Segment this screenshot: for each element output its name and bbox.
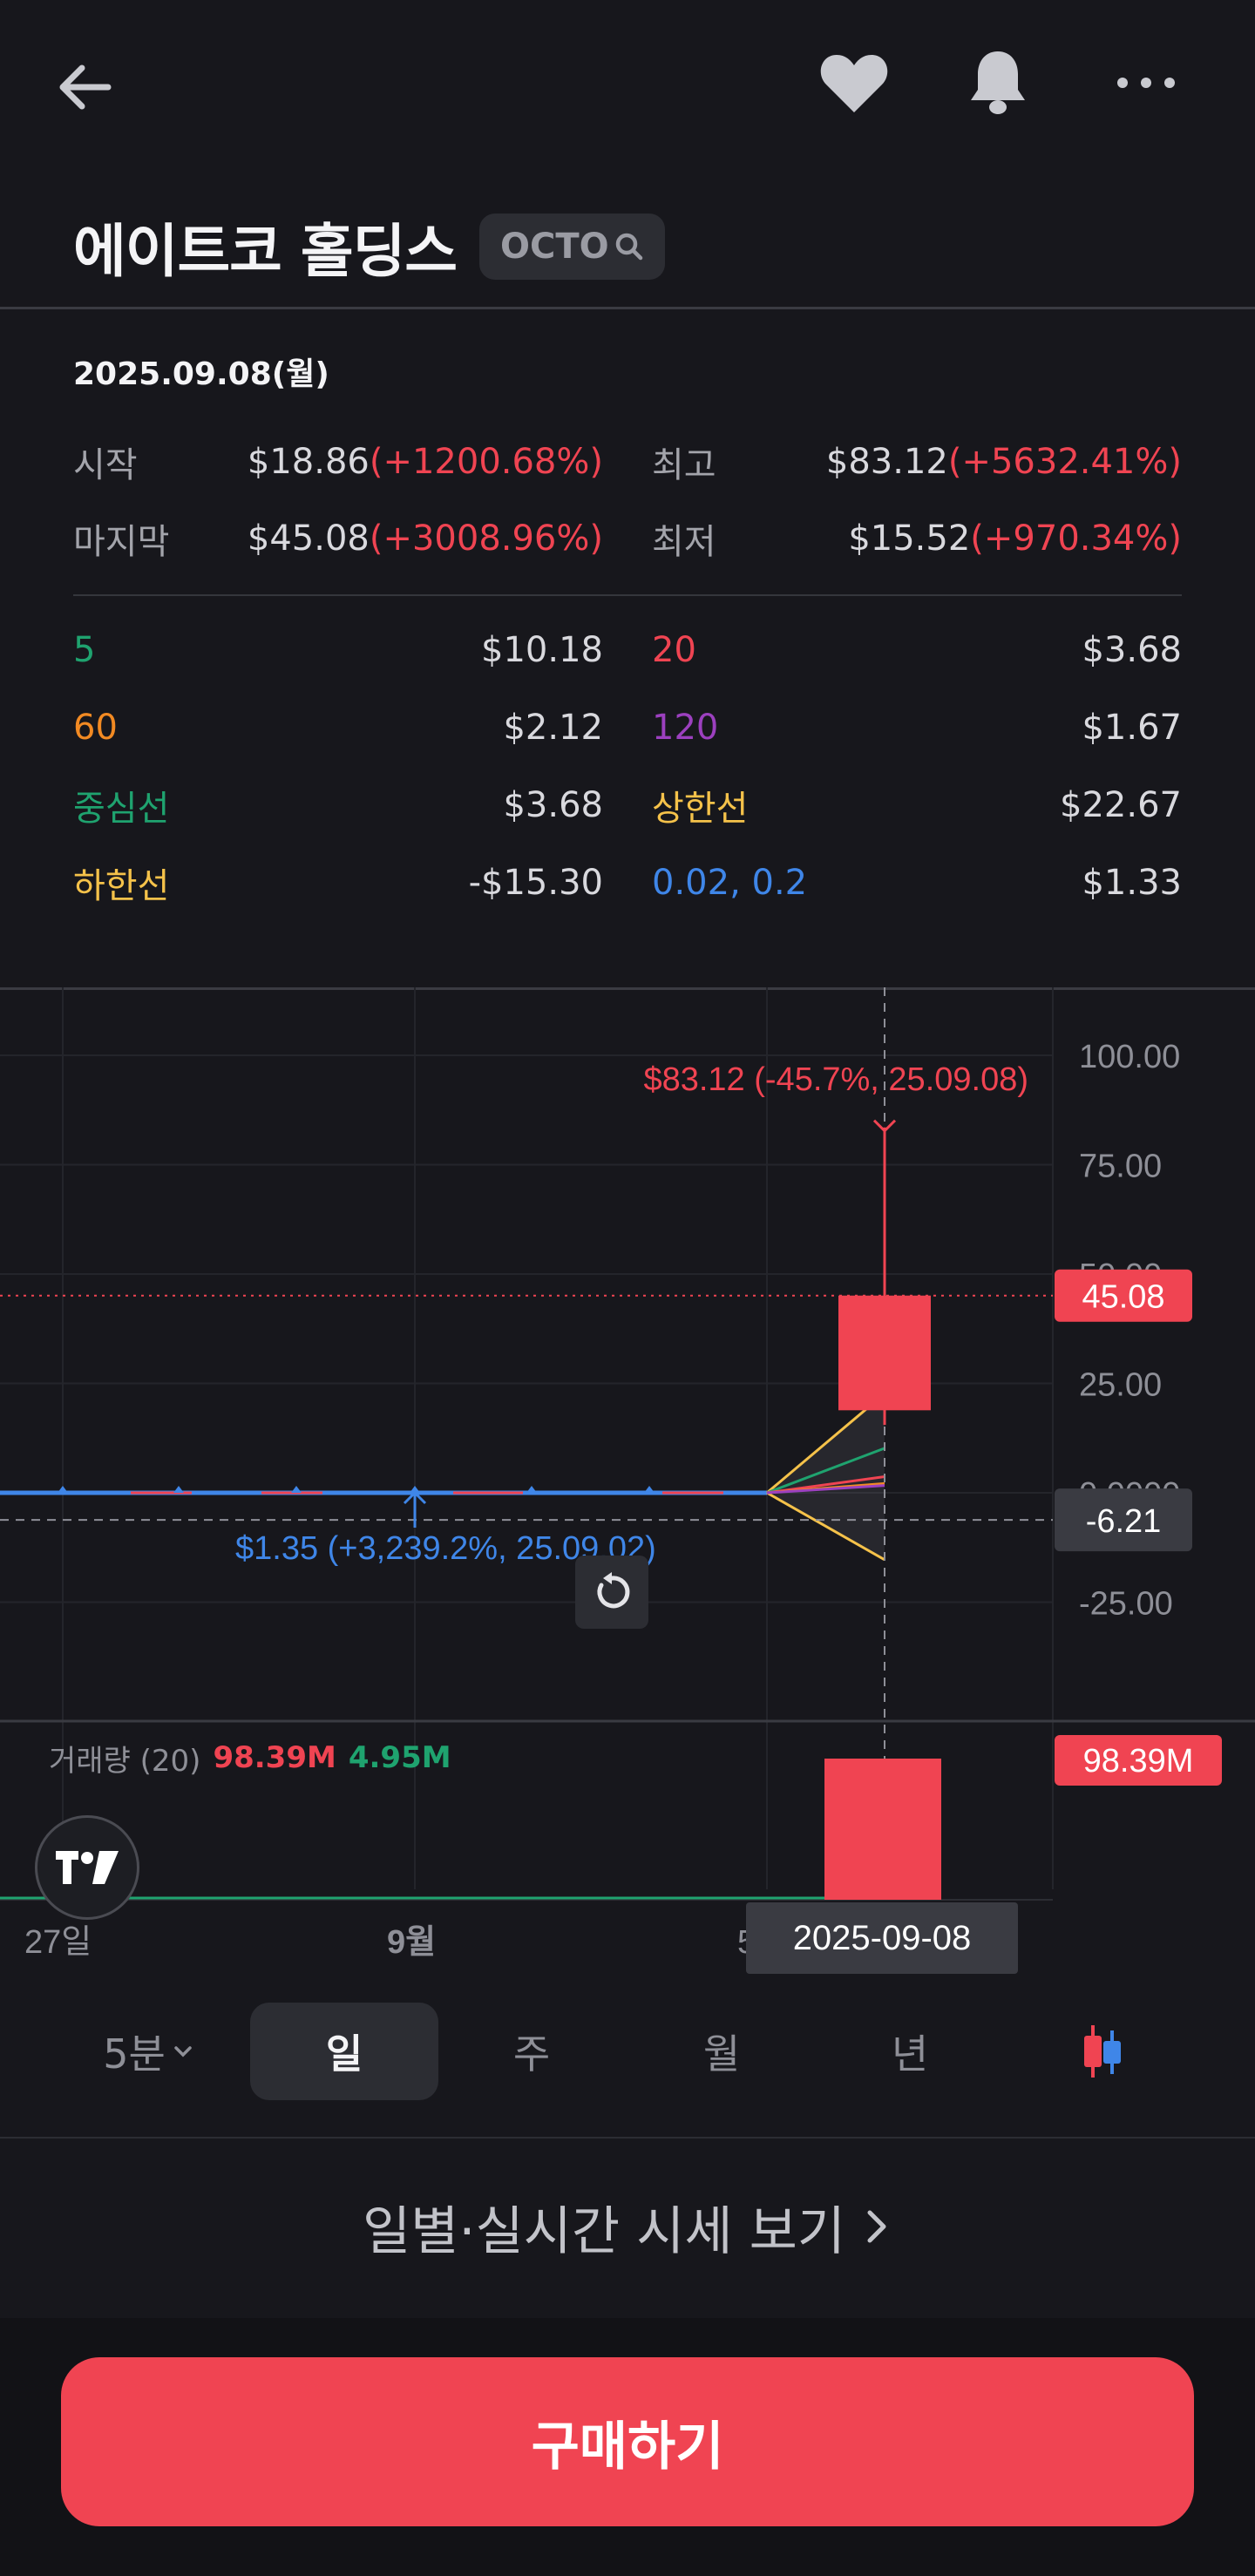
tab-day[interactable]: 일 (250, 2003, 438, 2100)
time-axis-tick: 9월 (387, 1924, 436, 1961)
reset-chart-button[interactable] (575, 1556, 648, 1629)
tab-week[interactable]: 주 (453, 2003, 610, 2100)
open-change: (+1200.68%) (369, 442, 603, 482)
sar-dot (291, 1486, 302, 1493)
indicator-value: $3.68 (503, 785, 603, 825)
high-arrow (872, 1119, 897, 1149)
chevron-down-icon (174, 2046, 192, 2057)
current-price-label: 45.08 (1082, 1279, 1164, 1316)
tabs-divider (0, 2137, 1255, 2139)
indicator-value: $3.68 (1082, 630, 1182, 670)
indicator-lower-value: -$15.30 (73, 857, 603, 909)
price-axis-tick: 100.00 (1079, 1039, 1180, 1075)
sar-dot (58, 1486, 68, 1493)
close-value-group: $45.08 (+3008.96%) (73, 512, 603, 565)
volume-bar (824, 1759, 941, 1900)
volume-legend: 거래량 (20) 98.39M 4.95M (49, 1737, 451, 1779)
volume-legend-value: 98.39M (213, 1740, 336, 1775)
indicator-value: $1.33 (1082, 863, 1182, 903)
volume-legend-ma: 4.95M (348, 1740, 451, 1775)
indicator-sar-value: $1.33 (652, 857, 1182, 909)
price-info-panel: 2025.09.08(월) 시작 $18.86 (+1200.68%) 최고 $8… (73, 349, 1182, 906)
open-value-group: $18.86 (+1200.68%) (73, 436, 603, 488)
ticker-chip[interactable]: OCTO (479, 214, 665, 280)
high-change: (+5632.41%) (947, 442, 1182, 482)
volume-axis-label: 98.39M (1083, 1743, 1194, 1779)
chart-canvas[interactable]: $83.12 (-45.7%, 25.09.08)$1.35 (+3,239.2… (0, 987, 1255, 1990)
buy-button[interactable]: 구매하기 (61, 2357, 1194, 2526)
low-value-group: $15.52 (+970.34%) (652, 512, 1182, 565)
alert-button[interactable] (954, 39, 1041, 126)
low-arrow (403, 1490, 427, 1528)
ticker-symbol: OCTO (500, 227, 609, 267)
crosshair-date-label: 2025-09-08 (793, 1919, 972, 1957)
refresh-icon (597, 1572, 630, 1609)
heart-icon (820, 55, 888, 112)
tradingview-logo-icon (56, 1851, 119, 1884)
tradingview-logo[interactable] (35, 1815, 139, 1920)
favorite-button[interactable] (811, 39, 898, 126)
chevron-right-icon (867, 2210, 886, 2243)
high-value-group: $83.12 (+5632.41%) (652, 436, 1182, 488)
indicator-value: $10.18 (481, 630, 603, 670)
sar-dot (173, 1486, 184, 1493)
volume-legend-label: 거래량 (20) (49, 1743, 201, 1779)
price-axis-tick: 25.00 (1079, 1367, 1162, 1404)
candle-body (838, 1295, 931, 1411)
back-button[interactable] (42, 44, 129, 131)
indicator-ma20-value: $3.68 (652, 624, 1182, 676)
indicator-midline-value: $3.68 (73, 779, 603, 831)
close-value: $45.08 (247, 519, 370, 559)
arrow-left-icon (59, 64, 112, 110)
time-axis-tick: 27일 (24, 1924, 92, 1961)
indicator-value: $22.67 (1060, 785, 1182, 825)
indicator-ma60-value: $2.12 (73, 702, 603, 754)
low-value: $15.52 (848, 519, 971, 559)
more-dots-icon (1117, 78, 1175, 88)
stock-name: 에이트코 홀딩스 (73, 218, 458, 285)
selected-date: 2025.09.08(월) (73, 356, 329, 392)
indicator-value: $1.67 (1082, 708, 1182, 748)
search-icon (615, 233, 642, 261)
tab-interval-label: 5분 (103, 2030, 166, 2078)
price-axis-tick: -25.00 (1079, 1586, 1173, 1623)
high-annotation: $83.12 (-45.7%, 25.09.08) (643, 1061, 1028, 1098)
close-change: (+3008.96%) (369, 519, 603, 559)
price-chart[interactable]: $83.12 (-45.7%, 25.09.08) $1.35 (+3,239.2… (0, 987, 1255, 1990)
indicator-value: $2.12 (503, 708, 603, 748)
indicator-ma5-value: $10.18 (73, 624, 603, 676)
price-axis-tick: 75.00 (1079, 1149, 1162, 1185)
candle-style-icon (1084, 2025, 1121, 2078)
tab-month[interactable]: 월 (643, 2003, 800, 2100)
tab-interval[interactable]: 5분 (84, 2003, 214, 2100)
timeframe-tabs: 5분 일 주 월 년 (0, 2003, 1255, 2100)
indicator-ma120-value: $1.67 (652, 702, 1182, 754)
daily-price-link[interactable]: 일별·실시간 시세 보기 (0, 2179, 1255, 2274)
title-row: 에이트코 홀딩스 OCTO (73, 207, 665, 286)
title-divider (0, 307, 1255, 309)
chart-style-button[interactable] (1055, 2003, 1150, 2100)
sar-dot (644, 1486, 655, 1493)
crosshair-price-label: -6.21 (1086, 1503, 1162, 1540)
sar-dot (526, 1486, 537, 1493)
indicator-upper-value: $22.67 (652, 779, 1182, 831)
tab-year[interactable]: 년 (831, 2003, 988, 2100)
daily-price-link-label: 일별·실시간 시세 보기 (362, 2200, 846, 2262)
high-value: $83.12 (825, 442, 948, 482)
open-value: $18.86 (247, 442, 370, 482)
low-change: (+970.34%) (970, 519, 1182, 559)
top-bar (0, 0, 1255, 166)
indicator-value: -$15.30 (468, 863, 603, 903)
info-divider (73, 594, 1182, 596)
bell-icon (971, 51, 1025, 114)
more-button[interactable] (1102, 39, 1190, 126)
